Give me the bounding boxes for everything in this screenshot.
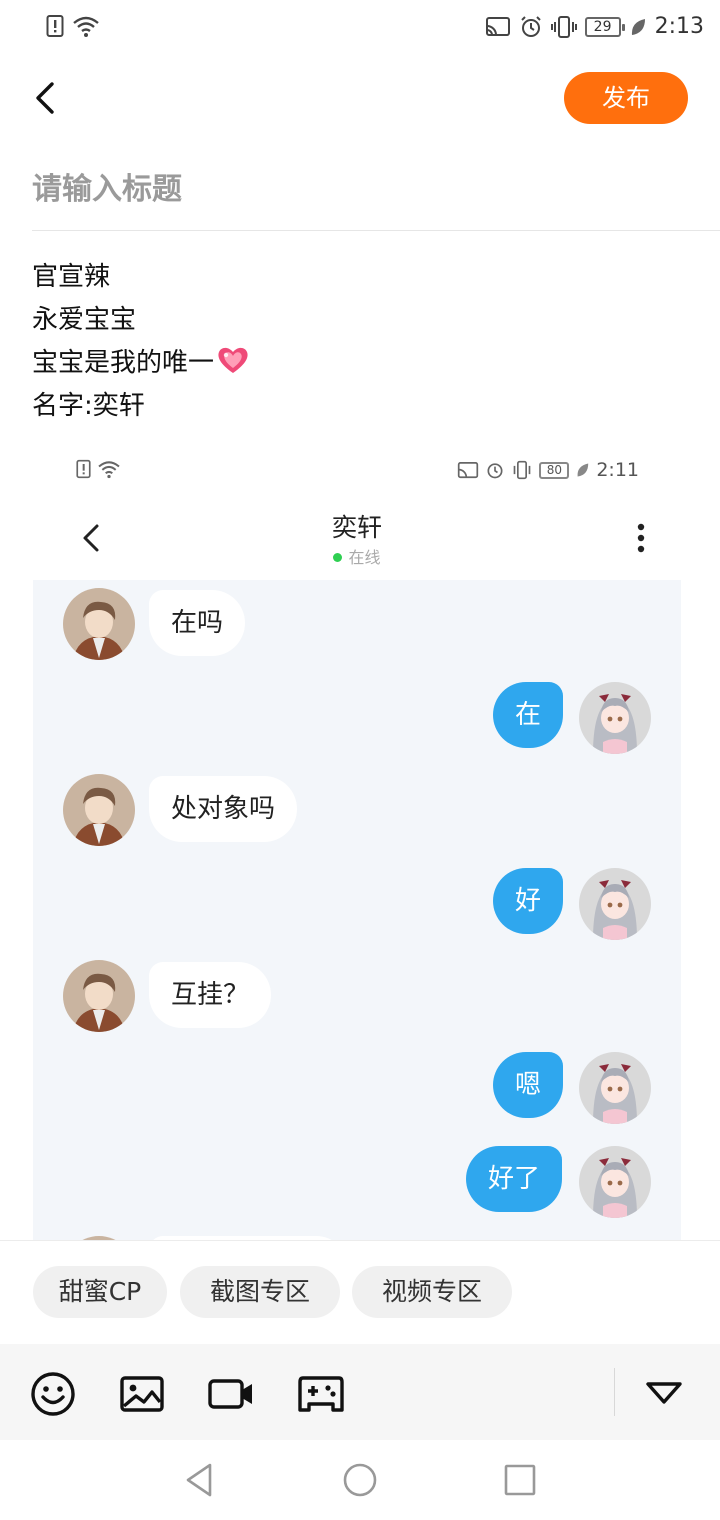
chat-bubble-outgoing: 好 (493, 868, 564, 934)
screenshot-status-bar: 80 2:11 (33, 440, 681, 500)
chat-header: 奕轩 在线 (33, 500, 681, 580)
status-left-icons (46, 14, 100, 38)
nav-back-button[interactable] (180, 1460, 220, 1500)
battery-indicator: 29 (584, 16, 625, 37)
girl-avatar (579, 1052, 651, 1124)
girl-avatar (579, 682, 651, 754)
square-recents-icon (504, 1464, 536, 1496)
battery-indicator: 80 (539, 461, 570, 479)
vibrate-icon (513, 460, 531, 480)
body-line-with-heart: 宝宝是我的唯一 (32, 342, 682, 385)
alarm-icon (520, 15, 541, 37)
girl-avatar-icon (579, 1146, 651, 1218)
nav-recents-button[interactable] (500, 1460, 540, 1500)
girl-avatar-icon (579, 1052, 651, 1124)
triangle-back-icon (186, 1463, 212, 1497)
online-dot-icon (333, 553, 343, 562)
boy-avatar (63, 960, 135, 1032)
chat-contact-name: 奕轩 (331, 513, 382, 542)
chevron-left-icon (36, 82, 54, 114)
editor-toolbar (0, 1344, 720, 1440)
chat-bubble-outgoing: 嗯 (493, 1052, 564, 1118)
status-bar: 29 2:13 (0, 0, 720, 56)
girl-avatar (579, 1146, 651, 1218)
leaf-icon (631, 18, 645, 35)
boy-avatar-icon (63, 774, 135, 846)
collapse-icon (646, 1382, 682, 1404)
chat-bubble-incoming: 在吗 (149, 590, 246, 656)
more-vertical-icon (637, 523, 645, 553)
vibrate-icon (550, 15, 577, 38)
heart-emoji-icon (218, 347, 248, 373)
boy-avatar-icon (63, 960, 135, 1032)
status-right-icons: 29 2:13 (485, 14, 704, 39)
topic-chip[interactable]: 甜蜜CP (33, 1266, 167, 1318)
topic-chip[interactable]: 截图专区 (180, 1266, 340, 1318)
wifi-icon (73, 16, 99, 37)
wifi-icon (98, 461, 120, 479)
boy-avatar (63, 588, 135, 660)
title-input[interactable] (32, 164, 672, 214)
cast-icon (485, 16, 510, 36)
boy-avatar (63, 774, 135, 846)
girl-avatar (579, 868, 651, 940)
chat-bubble-incoming: 处对象吗 (149, 776, 298, 842)
circle-home-icon (343, 1463, 377, 1497)
boy-avatar-icon (63, 588, 135, 660)
nav-home-button[interactable] (340, 1460, 380, 1500)
collapse-button[interactable] (640, 1370, 688, 1418)
video-icon (208, 1379, 252, 1409)
online-label: 在线 (348, 548, 381, 567)
attached-screenshot[interactable]: 80 2:11 奕轩 在线 在吗 在 处对象吗 好 互挂？ 嗯 好了 (33, 440, 681, 1240)
video-button[interactable] (207, 1370, 255, 1418)
publish-button[interactable]: 发布 (564, 72, 688, 124)
topic-chip[interactable]: 视频专区 (352, 1266, 512, 1318)
status-time: 2:13 (654, 14, 704, 39)
post-body[interactable]: 官宣辣 永爱宝宝 宝宝是我的唯一 名字:奕轩 (32, 256, 682, 428)
chat-bubble-outgoing: 好了 (466, 1146, 563, 1212)
game-icon (298, 1376, 344, 1412)
system-nav-bar (0, 1440, 720, 1520)
body-line: 永爱宝宝 (32, 305, 137, 335)
chat-bubble-incoming: 互挂？ (149, 962, 272, 1028)
image-button[interactable] (118, 1370, 166, 1418)
alarm-icon (487, 463, 503, 479)
emoji-icon (31, 1372, 75, 1416)
back-button[interactable] (28, 74, 68, 122)
body-line: 官宣辣 (32, 262, 111, 292)
chat-messages: 在吗 在 处对象吗 好 互挂？ 嗯 好了 (33, 580, 681, 1240)
girl-avatar-icon (579, 868, 651, 940)
chat-contact-status: 在线 (33, 544, 681, 568)
body-line: 名字:奕轩 (32, 391, 145, 421)
chat-bubble-outgoing: 在 (493, 682, 564, 748)
title-divider (32, 230, 720, 231)
emoji-button[interactable] (29, 1370, 77, 1418)
status-time: 2:11 (596, 459, 639, 481)
chips-divider (0, 1240, 720, 1241)
girl-avatar-icon (579, 682, 651, 754)
sim-alert-icon (46, 15, 64, 37)
toolbar-separator (614, 1368, 615, 1416)
sim-alert-icon (76, 459, 91, 479)
cast-icon (458, 461, 479, 478)
body-line: 宝宝是我的唯一 (32, 348, 215, 378)
game-button[interactable] (297, 1370, 345, 1418)
leaf-icon (577, 463, 589, 477)
image-icon (120, 1376, 164, 1412)
more-options-button[interactable] (631, 520, 651, 560)
